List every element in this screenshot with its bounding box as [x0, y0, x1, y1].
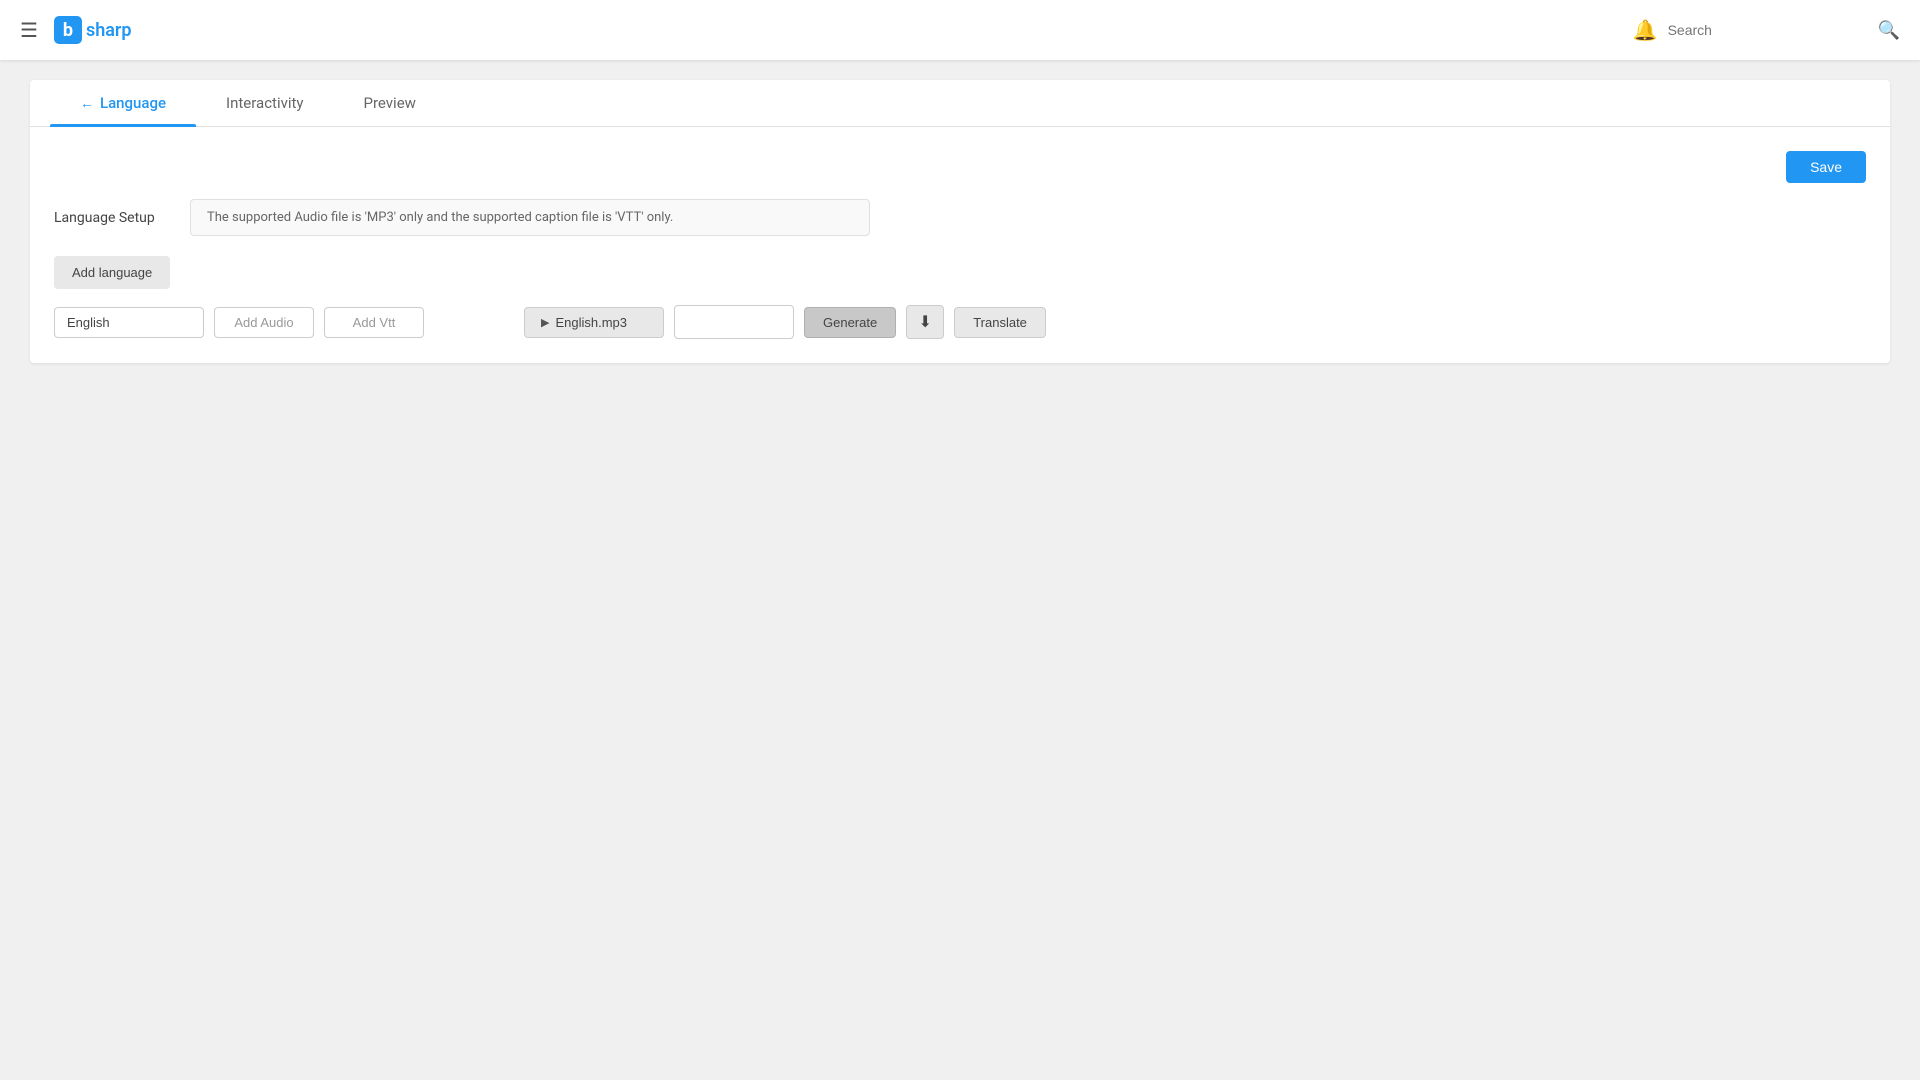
save-button[interactable]: Save: [1786, 151, 1866, 183]
audio-player-label: English.mp3: [555, 315, 627, 330]
translate-button[interactable]: Translate: [954, 307, 1046, 338]
download-button[interactable]: ⬇: [906, 305, 944, 339]
tab-preview-label: Preview: [364, 94, 416, 112]
language-setup-label: Language Setup: [54, 210, 174, 226]
search-area: 🔔 🔍: [1633, 18, 1900, 42]
add-language-button[interactable]: Add language: [54, 256, 170, 289]
tab-panel: ← Language Interactivity Preview Save La…: [30, 80, 1890, 363]
bell-icon[interactable]: 🔔: [1633, 18, 1658, 42]
logo: b sharp: [54, 16, 132, 44]
search-icon[interactable]: 🔍: [1878, 20, 1900, 41]
search-input[interactable]: [1668, 22, 1868, 38]
content-area: ← Language Interactivity Preview Save La…: [0, 80, 1920, 363]
tab-language[interactable]: ← Language: [50, 80, 196, 126]
top-nav: ☰ b sharp 🔔 🔍: [0, 0, 1920, 60]
add-vtt-button[interactable]: Add Vtt: [324, 307, 424, 338]
add-audio-button[interactable]: Add Audio: [214, 307, 314, 338]
generate-button[interactable]: Generate: [804, 307, 896, 338]
download-icon: ⬇: [919, 312, 932, 332]
tab-interactivity[interactable]: Interactivity: [196, 80, 334, 126]
tab-interactivity-label: Interactivity: [226, 94, 304, 112]
tab-content: Save Language Setup The supported Audio …: [30, 127, 1890, 363]
audio-player-button[interactable]: ▶ English.mp3: [524, 307, 664, 338]
language-setup-info: The supported Audio file is 'MP3' only a…: [190, 199, 870, 236]
tabs-header: ← Language Interactivity Preview: [30, 80, 1890, 127]
save-btn-row: Save: [54, 151, 1866, 183]
vtt-placeholder-box: [674, 305, 794, 339]
language-setup-row: Language Setup The supported Audio file …: [54, 199, 1866, 236]
back-arrow-icon: ←: [80, 95, 94, 112]
play-icon: ▶: [541, 316, 549, 329]
language-row: Add Audio Add Vtt ▶ English.mp3 Generate…: [54, 305, 1866, 339]
tab-language-label: Language: [100, 94, 166, 112]
tab-preview[interactable]: Preview: [334, 80, 446, 126]
hamburger-icon[interactable]: ☰: [20, 18, 38, 42]
language-input[interactable]: [54, 307, 204, 338]
logo-b-icon: b: [54, 16, 82, 44]
logo-text: sharp: [86, 20, 132, 41]
